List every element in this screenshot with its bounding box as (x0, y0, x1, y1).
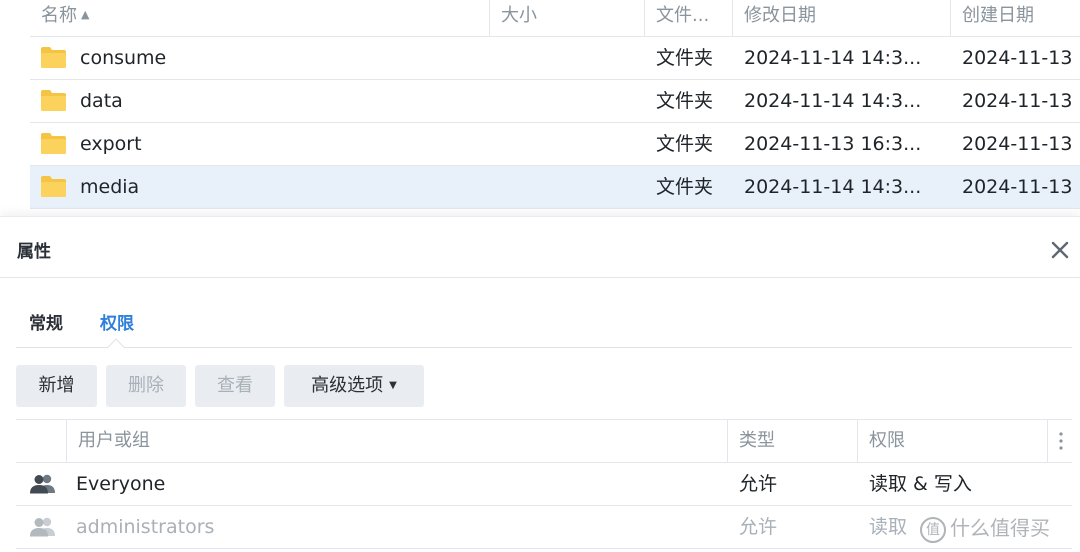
file-list-header: 名称 ▲ 大小 文件... 修改日期 创建日期 (30, 0, 1080, 37)
file-type: 文件夹 (656, 133, 714, 155)
active-tab-pointer (107, 338, 125, 356)
column-header-name-label: 名称 (41, 5, 77, 26)
permissions-table: 用户或组 类型 权限 Everyone 允许 读取 & 写入 administr… (16, 419, 1072, 552)
column-header-created[interactable]: 创建日期 (950, 0, 1080, 36)
column-header-type[interactable]: 文件... (644, 0, 732, 36)
permission-row[interactable]: administrators 允许 读取 (16, 506, 1072, 549)
watermark-logo: 值 (920, 516, 946, 543)
column-header-type-label: 类型 (739, 430, 775, 451)
file-row[interactable]: export 文件夹 2024-11-13 16:3... 2024-11-13 (30, 123, 1080, 166)
permissions-table-header: 用户或组 类型 权限 (16, 419, 1072, 463)
caret-up-icon: ▲ (81, 8, 90, 21)
delete-button[interactable]: 删除 (106, 365, 186, 407)
close-icon[interactable] (1049, 239, 1071, 261)
dialog-divider (0, 277, 1080, 278)
vertical-ellipsis-icon (1059, 432, 1063, 450)
properties-dialog: 属性 常规 权限 新增 删除 查看 高级选项 ▼ 用户或组 类型 权限 Ever… (0, 216, 1080, 552)
column-header-size[interactable]: 大小 (489, 0, 644, 36)
column-header-type[interactable]: 类型 (727, 420, 857, 462)
file-created-date: 2024-11-13 (962, 90, 1073, 112)
column-header-created-label: 创建日期 (962, 5, 1034, 26)
file-name: consume (80, 47, 167, 69)
file-name: media (80, 176, 140, 198)
column-header-name[interactable]: 名称 ▲ (30, 0, 489, 36)
file-row[interactable]: data 文件夹 2024-11-14 14:3... 2024-11-13 (30, 80, 1080, 123)
tab-permissions[interactable]: 权限 (100, 309, 134, 334)
file-type: 文件夹 (656, 176, 714, 198)
permission-user: administrators (76, 516, 215, 538)
group-icon (30, 474, 55, 494)
file-modified-date: 2024-11-14 14:3... (744, 90, 922, 112)
dialog-title: 属性 (17, 242, 51, 262)
folder-icon (41, 90, 66, 111)
column-header-permission-label: 权限 (869, 430, 905, 451)
file-name: export (80, 133, 142, 155)
permission-value: 读取 (869, 516, 908, 538)
file-created-date: 2024-11-13 (962, 176, 1073, 198)
watermark: 值什么值得买 (920, 512, 1050, 543)
caret-down-icon: ▼ (389, 380, 397, 391)
column-header-size-label: 大小 (501, 5, 537, 26)
permission-row[interactable]: Everyone 允许 读取 & 写入 (16, 463, 1072, 506)
advanced-options-button[interactable]: 高级选项 ▼ (284, 365, 424, 407)
permission-value: 读取 & 写入 (869, 473, 972, 495)
permission-user: Everyone (76, 473, 166, 495)
file-type: 文件夹 (656, 90, 714, 112)
permission-type: 允许 (739, 516, 778, 538)
file-created-date: 2024-11-13 (962, 47, 1073, 69)
watermark-text: 什么值得买 (950, 516, 1050, 540)
file-modified-date: 2024-11-13 16:3... (744, 133, 922, 155)
view-button[interactable]: 查看 (195, 365, 275, 407)
file-type: 文件夹 (656, 47, 714, 69)
column-header-modified[interactable]: 修改日期 (732, 0, 950, 36)
column-header-type-label: 文件... (656, 5, 710, 26)
column-header-permission[interactable]: 权限 (857, 420, 1047, 462)
folder-icon (41, 176, 66, 197)
file-name: data (80, 90, 123, 112)
file-row[interactable]: consume 文件夹 2024-11-14 14:3... 2024-11-1… (30, 37, 1080, 80)
tab-bar-divider (16, 347, 1072, 348)
file-modified-date: 2024-11-14 14:3... (744, 47, 922, 69)
file-modified-date: 2024-11-14 14:3... (744, 176, 922, 198)
column-header-modified-label: 修改日期 (744, 5, 816, 26)
advanced-options-label: 高级选项 (311, 375, 384, 396)
file-created-date: 2024-11-13 (962, 133, 1073, 155)
file-list: 名称 ▲ 大小 文件... 修改日期 创建日期 consume 文件夹 2024-… (0, 0, 1080, 216)
tab-general[interactable]: 常规 (29, 309, 63, 334)
file-row-selected[interactable]: media 文件夹 2024-11-14 14:3... 2024-11-13 (30, 166, 1080, 209)
folder-icon (41, 133, 66, 154)
folder-icon (41, 47, 66, 68)
column-menu[interactable] (1047, 420, 1072, 462)
column-header-user-or-group[interactable]: 用户或组 (66, 420, 727, 462)
group-icon (30, 517, 55, 537)
add-button[interactable]: 新增 (16, 365, 97, 407)
permission-type: 允许 (739, 473, 778, 495)
column-header-user-label: 用户或组 (78, 430, 150, 451)
column-header-icon (16, 420, 66, 462)
